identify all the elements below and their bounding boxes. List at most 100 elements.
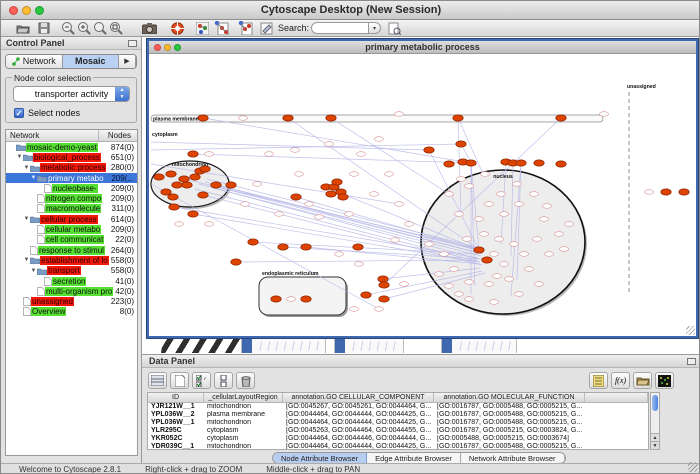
search-dropdown-icon[interactable]: ▾ bbox=[369, 22, 381, 34]
gene-node[interactable] bbox=[385, 172, 394, 177]
tree-row[interactable]: cellular metabo209(0) bbox=[6, 224, 137, 234]
network-edge[interactable] bbox=[151, 144, 461, 150]
gene-node[interactable] bbox=[445, 284, 454, 289]
gene-node[interactable] bbox=[205, 152, 214, 157]
gene-node[interactable] bbox=[497, 192, 506, 197]
gene-node[interactable] bbox=[265, 152, 274, 157]
selected-gene-node[interactable] bbox=[179, 176, 189, 182]
save-session-icon[interactable] bbox=[36, 21, 52, 35]
gene-node[interactable] bbox=[357, 152, 366, 157]
gene-node[interactable] bbox=[500, 212, 509, 217]
gene-node[interactable] bbox=[205, 222, 214, 227]
selected-gene-node[interactable] bbox=[444, 161, 454, 167]
tree-row[interactable]: ▼metabolic process280(0) bbox=[6, 163, 137, 173]
selected-gene-node[interactable] bbox=[474, 247, 484, 253]
matrix-view-icon[interactable] bbox=[655, 372, 674, 389]
gene-node[interactable] bbox=[175, 222, 184, 227]
tab-edge-attribute-browser[interactable]: Edge Attribute Browser bbox=[367, 453, 461, 463]
selected-gene-node[interactable] bbox=[172, 182, 182, 188]
tree-row[interactable]: secretion41(0) bbox=[6, 276, 137, 286]
gene-node[interactable] bbox=[370, 192, 379, 197]
gene-node[interactable] bbox=[465, 280, 474, 285]
selected-gene-node[interactable] bbox=[188, 151, 198, 157]
gene-node[interactable] bbox=[275, 212, 284, 217]
column-header[interactable]: annotation.GO CELLULAR_COMPONENT bbox=[283, 393, 434, 402]
gene-node[interactable] bbox=[535, 282, 544, 287]
gene-node[interactable] bbox=[445, 192, 454, 197]
selected-gene-node[interactable] bbox=[456, 141, 466, 147]
gene-node[interactable] bbox=[513, 182, 522, 187]
tab-mosaic[interactable]: Mosaic bbox=[63, 55, 120, 68]
gene-node[interactable] bbox=[505, 277, 514, 282]
selected-gene-node[interactable] bbox=[361, 292, 371, 298]
column-header[interactable]: ID bbox=[148, 393, 204, 402]
open-session-icon[interactable] bbox=[15, 21, 31, 35]
gene-node[interactable] bbox=[463, 237, 472, 242]
gene-node[interactable] bbox=[287, 297, 296, 302]
gene-node[interactable] bbox=[345, 212, 354, 217]
gene-node[interactable] bbox=[530, 192, 539, 197]
minimized-window-strip[interactable] bbox=[334, 338, 404, 353]
gene-node[interactable] bbox=[350, 307, 359, 312]
gene-node[interactable] bbox=[455, 212, 464, 217]
gene-node[interactable] bbox=[485, 202, 494, 207]
gene-node[interactable] bbox=[355, 262, 364, 267]
scroll-down-icon[interactable]: ▼ bbox=[651, 441, 659, 449]
annotation-note-icon[interactable] bbox=[589, 372, 608, 389]
float-panel-icon[interactable] bbox=[687, 358, 696, 365]
gene-node[interactable] bbox=[375, 137, 384, 142]
gene-node[interactable] bbox=[395, 112, 404, 117]
gene-node[interactable] bbox=[533, 237, 542, 242]
gene-node[interactable] bbox=[425, 242, 434, 247]
gene-node[interactable] bbox=[475, 217, 484, 222]
select-nodes-checkbox[interactable]: ✓ Select nodes bbox=[14, 108, 80, 118]
expand-arrow-icon[interactable]: ▼ bbox=[30, 268, 37, 274]
endoplasmic-reticulum-region[interactable] bbox=[259, 277, 346, 315]
zoom-out-icon[interactable] bbox=[60, 21, 76, 35]
network-view-icon-2[interactable] bbox=[213, 21, 229, 35]
tree-row[interactable]: ▼transport558(0) bbox=[6, 266, 137, 276]
gene-node[interactable] bbox=[515, 202, 524, 207]
table-row[interactable]: YPL036W__2plasma membrane[GO:0044464, GO… bbox=[148, 411, 648, 419]
search-advanced-icon[interactable] bbox=[386, 21, 402, 35]
selected-gene-node[interactable] bbox=[338, 194, 348, 200]
selected-gene-node[interactable] bbox=[301, 296, 311, 302]
tree-row[interactable]: Overview8(0) bbox=[6, 307, 137, 317]
gene-node[interactable] bbox=[315, 215, 324, 220]
zoom-in-icon[interactable] bbox=[76, 21, 92, 35]
gene-node[interactable] bbox=[490, 252, 499, 257]
selected-gene-node[interactable] bbox=[291, 194, 301, 200]
scrollbar-thumb[interactable] bbox=[652, 395, 658, 411]
column-header[interactable]: _cellularLayoutRegion bbox=[204, 393, 283, 402]
gene-node[interactable] bbox=[600, 112, 609, 117]
gene-node[interactable] bbox=[253, 182, 262, 187]
gene-node[interactable] bbox=[493, 274, 502, 279]
gene-node[interactable] bbox=[555, 232, 564, 237]
table-row[interactable]: YLR295Ccytoplasm[GO:0045263, GO:0044464,… bbox=[148, 427, 648, 435]
expand-arrow-icon[interactable]: ▼ bbox=[23, 216, 30, 222]
gene-node[interactable] bbox=[500, 262, 509, 267]
annotation-icon[interactable] bbox=[258, 21, 274, 35]
gene-node[interactable] bbox=[525, 267, 534, 272]
window-resize-grip[interactable] bbox=[686, 326, 695, 335]
selected-gene-node[interactable] bbox=[283, 115, 293, 121]
selected-gene-node[interactable] bbox=[516, 160, 526, 166]
selected-gene-node[interactable] bbox=[271, 296, 281, 302]
column-header[interactable]: annotation.GO MOLECULAR_FUNCTION bbox=[434, 393, 585, 402]
selected-gene-node[interactable] bbox=[231, 259, 241, 265]
tab-network[interactable]: Network bbox=[6, 55, 63, 68]
zoom-selected-icon[interactable] bbox=[108, 21, 124, 35]
selected-gene-node[interactable] bbox=[211, 182, 221, 188]
selected-gene-node[interactable] bbox=[661, 189, 671, 195]
delete-attribute-icon[interactable] bbox=[236, 372, 255, 389]
network-edge[interactable] bbox=[193, 154, 471, 163]
gene-node[interactable] bbox=[465, 297, 474, 302]
float-panel-icon[interactable] bbox=[128, 40, 137, 47]
selected-gene-node[interactable] bbox=[301, 244, 311, 250]
gene-node[interactable] bbox=[565, 222, 574, 227]
selected-gene-node[interactable] bbox=[226, 182, 236, 188]
selected-gene-node[interactable] bbox=[556, 161, 566, 167]
minimized-window-strip[interactable] bbox=[241, 338, 326, 353]
gene-node[interactable] bbox=[395, 202, 404, 207]
expand-arrow-icon[interactable]: ▼ bbox=[23, 257, 30, 263]
